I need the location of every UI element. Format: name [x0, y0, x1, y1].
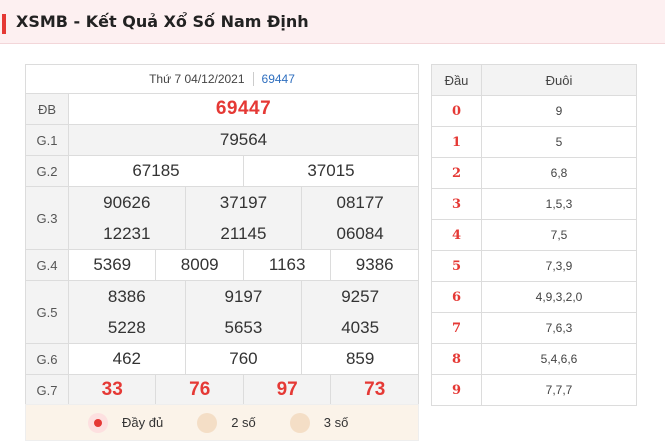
option-full-label: Đầy đủ: [122, 415, 164, 430]
prize-row-g7: G.7 33 76 97 73: [25, 374, 419, 406]
prize-number: 8386: [107, 287, 146, 306]
loto-tail: 5: [481, 126, 637, 158]
loto-row: 5 7,3,9: [431, 250, 637, 282]
prize-number: 08177: [336, 193, 384, 212]
loto-row: 7 7,6,3: [431, 312, 637, 344]
loto-tail: 1,5,3: [481, 188, 637, 220]
prize-number-highlight: 33: [67, 374, 157, 406]
loto-row: 8 5,4,6,6: [431, 343, 637, 375]
prize-number: 4035: [341, 318, 380, 337]
draw-info-row: Thứ 7 04/12/2021 69447: [25, 64, 419, 94]
prize-number: 90626: [103, 193, 151, 212]
page-header: XSMB - Kết Quả Xổ Số Nam Định: [0, 0, 665, 44]
loto-row: 15: [431, 126, 637, 158]
loto-row: 9 7,7,7: [431, 374, 637, 406]
prize-label: G.5: [25, 280, 69, 344]
radio-selected-icon[interactable]: [88, 412, 108, 433]
loto-tail: 7,6,3: [481, 312, 637, 344]
prize-row-g5: G.5 8386 5228 9197 5653 9257 4035: [25, 280, 419, 344]
prize-row-g2: G.2 67185 37015: [25, 155, 420, 187]
prize-number-highlight: 76: [155, 374, 244, 406]
loto-row: 09: [431, 95, 637, 127]
radio-unselected-icon[interactable]: [197, 412, 218, 433]
loto-row: 3 1,5,3: [431, 188, 637, 220]
loto-tail: 4,9,3,2,0: [481, 281, 637, 313]
loto-row: 2 6,8: [431, 157, 637, 189]
loto-tail: 9: [481, 95, 637, 127]
prize-number: 06084: [336, 224, 384, 243]
prize-number: 8009: [155, 249, 244, 281]
prize-row-g4: G.4 5369 8009 1163 9386: [25, 249, 419, 281]
prize-number: 462: [68, 343, 186, 375]
option-three-digits[interactable]: 3 số: [289, 412, 349, 433]
loto-row: 4 7,5: [431, 219, 637, 251]
prize-label: G.6: [25, 343, 69, 375]
option-three-label: 3 số: [323, 415, 349, 430]
prize-label: G.4: [25, 249, 69, 281]
prize-row-db: ĐB 69447: [25, 93, 419, 125]
header-accent-bar: [2, 14, 6, 34]
loto-tail: 7,3,9: [481, 250, 637, 282]
prize-label: ĐB: [25, 93, 69, 125]
loto-tail: 5,4,6,6: [481, 343, 637, 375]
loto-head: 3: [431, 188, 482, 220]
prize-label: G.7: [25, 374, 69, 406]
prize-number: 5228: [107, 318, 146, 337]
prize-number: 9386: [330, 249, 419, 281]
loto-tail: 7,5: [481, 219, 637, 251]
prize-number-highlight: 73: [330, 374, 419, 406]
loto-head: 8: [431, 343, 482, 375]
loto-table: Đầu Đuôi 09 15 2 6,8 3 1,5,3 4 7,5 5 7,3,9 6…: [431, 64, 637, 406]
loto-head: 7: [431, 312, 482, 344]
loto-head: 1: [431, 126, 482, 158]
prize-row-g3: G.3 90626 12231 37197 21145 08177 06084: [25, 186, 419, 250]
prize-number: 9197: [224, 287, 263, 306]
tail-column-header: Đuôi: [481, 64, 637, 96]
loto-row: 6 4,9,3,2,0: [431, 281, 637, 313]
prize-label: G.3: [25, 186, 69, 250]
prize-row-g6: G.6 462 760 859: [25, 343, 419, 375]
draw-code-link[interactable]: 69447: [262, 72, 295, 86]
prize-number-highlight: 97: [242, 374, 332, 406]
loto-head: 9: [431, 374, 482, 406]
display-options: Đầy đủ 2 số 3 số: [25, 404, 419, 441]
prize-number: 5653: [224, 318, 263, 337]
prize-number: 5369: [67, 249, 157, 281]
loto-head: 2: [431, 157, 482, 189]
prize-number: 760: [184, 343, 303, 375]
loto-tail: 6,8: [481, 157, 637, 189]
prize-number: 9257: [341, 287, 380, 306]
head-column-header: Đầu: [431, 64, 482, 96]
prize-number: 37015: [242, 155, 420, 187]
prize-row-g1: G.1 79564: [25, 124, 419, 156]
loto-tail: 7,7,7: [481, 374, 637, 406]
loto-head: 4: [431, 219, 482, 251]
loto-head: 6: [431, 281, 482, 313]
loto-head: 5: [431, 250, 482, 282]
results-table: Thứ 7 04/12/2021 69447 ĐB 69447 G.1 79564…: [25, 64, 420, 406]
page-title: XSMB - Kết Quả Xổ Số Nam Định: [16, 12, 309, 31]
prize-number: 1163: [242, 249, 332, 281]
option-two-digits[interactable]: 2 số: [197, 412, 256, 433]
option-full[interactable]: Đầy đủ: [88, 412, 164, 433]
loto-header-row: Đầu Đuôi: [431, 64, 637, 96]
prize-number: 79564: [68, 124, 419, 156]
special-prize-number: 69447: [68, 93, 419, 125]
prize-number: 37197: [219, 193, 268, 212]
option-two-label: 2 số: [231, 415, 256, 430]
prize-label: G.1: [25, 124, 69, 156]
draw-date: Thứ 7 04/12/2021: [149, 71, 245, 86]
prize-label: G.2: [25, 155, 69, 187]
prize-number: 859: [301, 343, 419, 375]
prize-number: 67185: [68, 155, 244, 187]
prize-number: 12231: [103, 224, 151, 243]
prize-number: 21145: [220, 224, 267, 243]
radio-unselected-icon[interactable]: [289, 412, 310, 433]
loto-head: 0: [431, 95, 482, 127]
